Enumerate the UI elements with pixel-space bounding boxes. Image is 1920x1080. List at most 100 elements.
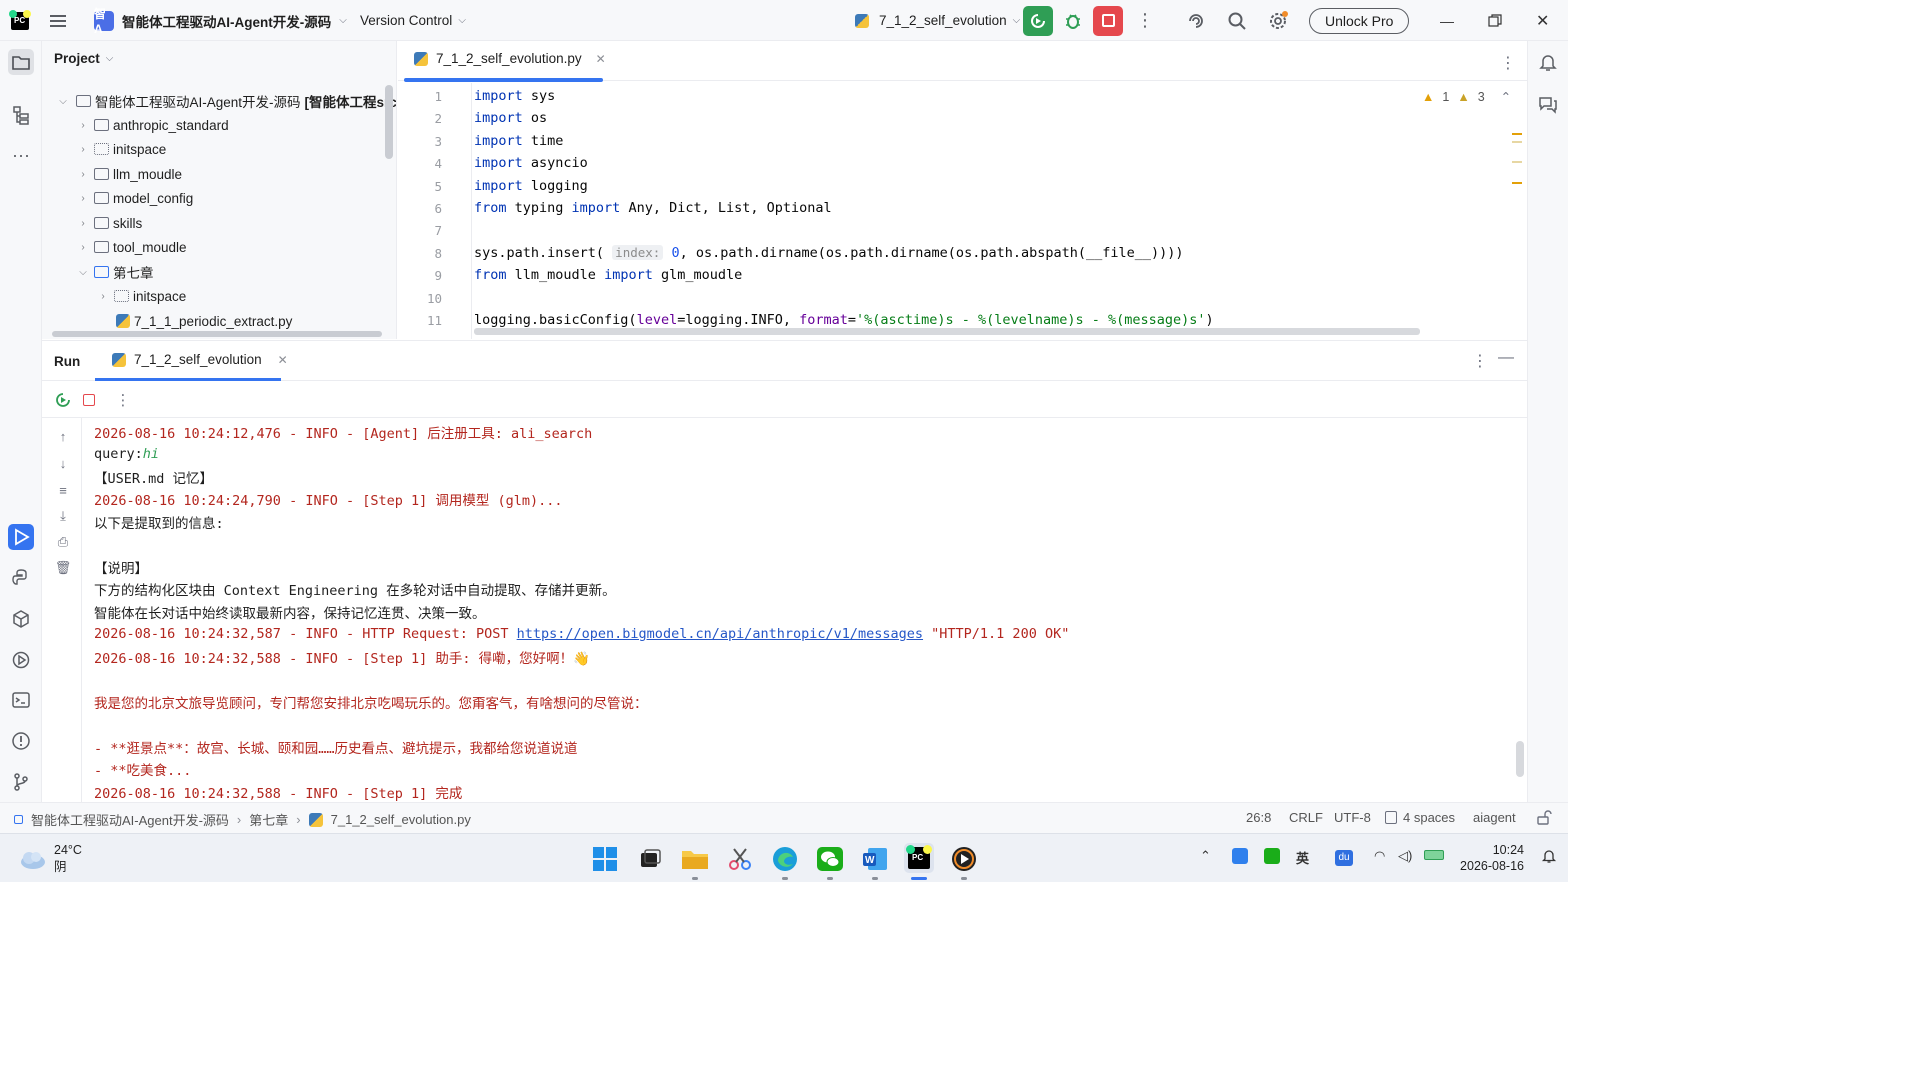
- stop-tool-button[interactable]: [78, 389, 100, 411]
- code-line[interactable]: 2 import os: [398, 107, 1527, 129]
- rerun-tool-button[interactable]: [52, 389, 74, 411]
- run-tab[interactable]: 7_1_2_self_evolution ✕: [108, 352, 288, 367]
- notification-center-button[interactable]: [1541, 848, 1557, 867]
- terminal-button[interactable]: [8, 687, 34, 713]
- minimize-button[interactable]: —: [1440, 0, 1454, 41]
- tree-item[interactable]: › initspace: [76, 137, 166, 161]
- code-line[interactable]: 3 import time: [398, 130, 1527, 152]
- clear-console-button[interactable]: 🗑: [52, 557, 74, 579]
- weather-widget[interactable]: 24°C 阴: [18, 842, 82, 876]
- project-widget[interactable]: 智A 智能体工程驱动AI-Agent开发-源码 ⌵: [94, 0, 347, 41]
- python-console-button[interactable]: [8, 565, 34, 591]
- code-line[interactable]: 9 from llm_moudle import glm_moudle: [398, 264, 1527, 286]
- tree-item[interactable]: › skills: [76, 211, 142, 235]
- run-tool-button[interactable]: [8, 524, 34, 550]
- run-configuration-selector[interactable]: 7_1_2_self_evolution ⌵: [851, 0, 1020, 41]
- show-hidden-icons-button[interactable]: ⌃: [1200, 848, 1211, 864]
- word-button[interactable]: W: [861, 845, 889, 873]
- python-interpreter[interactable]: aiagent: [1473, 810, 1516, 825]
- unlock-pro-button[interactable]: Unlock Pro: [1309, 0, 1410, 41]
- soft-wrap-button[interactable]: ≡: [52, 479, 74, 501]
- structure-tool-button[interactable]: [8, 102, 34, 128]
- code-line[interactable]: 1 import sys: [398, 85, 1527, 107]
- restore-button[interactable]: [1488, 0, 1502, 41]
- tray-input-method[interactable]: 英: [1296, 848, 1309, 867]
- main-menu-button[interactable]: [48, 0, 68, 41]
- scroll-up-button[interactable]: ↑: [52, 425, 74, 447]
- ai-assistant-button[interactable]: [1186, 0, 1206, 41]
- console-url-link[interactable]: https://open.bigmodel.cn/api/anthropic/v…: [517, 626, 923, 642]
- debug-button[interactable]: [1063, 0, 1083, 41]
- wechat-button[interactable]: [816, 845, 844, 873]
- tray-baidu[interactable]: du: [1335, 848, 1353, 866]
- stop-button[interactable]: [1093, 0, 1123, 41]
- tree-item[interactable]: › anthropic_standard: [76, 113, 228, 137]
- git-button[interactable]: [8, 769, 34, 795]
- version-control-label: Version Control: [360, 13, 453, 28]
- console-scrollbar[interactable]: [1516, 741, 1524, 777]
- close-tab-icon[interactable]: ✕: [278, 353, 288, 367]
- ai-chat-button[interactable]: [1535, 91, 1561, 117]
- code-line[interactable]: 7: [398, 219, 1527, 241]
- tree-item[interactable]: 7_1_1_periodic_extract.py: [112, 309, 292, 333]
- code-line[interactable]: 8 sys.path.insert( index: 0, os.path.dirn…: [398, 242, 1527, 264]
- editor-horizontal-scrollbar[interactable]: [474, 328, 1420, 335]
- network-button[interactable]: ◠: [1374, 848, 1385, 864]
- breadcrumb-folder[interactable]: 第七章: [249, 810, 288, 829]
- notifications-button[interactable]: [1535, 49, 1561, 75]
- clock[interactable]: 10:24 2026-08-16: [1458, 842, 1524, 874]
- close-window-button[interactable]: ✕: [1536, 0, 1549, 41]
- search-button[interactable]: [1227, 0, 1247, 41]
- scroll-to-end-button[interactable]: ⤓: [52, 505, 74, 527]
- task-view-button[interactable]: [636, 845, 664, 873]
- project-vertical-scrollbar[interactable]: [385, 85, 393, 159]
- console-line: - **逛景点**：故宫、长城、颐和园……历史看点、避坑提示，我都给您说道说道: [94, 741, 578, 758]
- pycharm-taskbar-button[interactable]: PC: [904, 843, 934, 873]
- python-packages-button[interactable]: [8, 606, 34, 632]
- scroll-down-button[interactable]: ↓: [52, 452, 74, 474]
- tree-item[interactable]: › model_config: [76, 186, 193, 210]
- volume-button[interactable]: ◁): [1398, 848, 1412, 864]
- run-more-button[interactable]: ⋮: [112, 389, 134, 411]
- project-horizontal-scrollbar[interactable]: [52, 331, 382, 337]
- snipping-tool-button[interactable]: [726, 845, 754, 873]
- editor-tab[interactable]: 7_1_2_self_evolution.py ✕: [410, 51, 606, 66]
- tree-root[interactable]: ⌵ 智能体工程驱动AI-Agent开发-源码 [智能体工程src] sc: [56, 89, 396, 113]
- start-button[interactable]: [591, 845, 619, 873]
- code-line[interactable]: 5 import logging: [398, 175, 1527, 197]
- project-view-selector[interactable]: Project ⌵: [54, 51, 113, 66]
- tree-item[interactable]: ⌵ 第七章: [76, 260, 154, 284]
- rerun-button[interactable]: [1023, 0, 1053, 41]
- breadcrumb-project[interactable]: 智能体工程驱动AI-Agent开发-源码: [31, 810, 229, 829]
- line-separator[interactable]: CRLF: [1289, 810, 1323, 825]
- battery-button[interactable]: [1424, 848, 1444, 863]
- problems-button[interactable]: [8, 728, 34, 754]
- tray-app-icon[interactable]: [1232, 848, 1248, 867]
- code-line[interactable]: 4 import asyncio: [398, 152, 1527, 174]
- settings-button[interactable]: [1267, 0, 1289, 41]
- more-actions-button[interactable]: ⋮: [1136, 0, 1154, 41]
- run-options-button[interactable]: ⋮: [1472, 351, 1488, 371]
- tree-item[interactable]: › llm_moudle: [76, 162, 182, 186]
- print-button[interactable]: ⎙: [52, 531, 74, 553]
- version-control-widget[interactable]: Version Control ⌵: [360, 0, 466, 41]
- project-tool-button[interactable]: [8, 49, 34, 75]
- media-player-button[interactable]: [950, 845, 978, 873]
- file-explorer-button[interactable]: [681, 845, 709, 873]
- editor-tab-options-button[interactable]: ⋮: [1500, 53, 1516, 73]
- code-line[interactable]: 10: [398, 287, 1527, 309]
- caret-position[interactable]: 26:8: [1246, 810, 1271, 825]
- tray-wechat[interactable]: [1264, 848, 1280, 867]
- services-button[interactable]: [8, 647, 34, 673]
- read-only-toggle[interactable]: [1536, 810, 1552, 829]
- tree-item[interactable]: › tool_moudle: [76, 235, 186, 259]
- indent-widget[interactable]: 4 spaces: [1385, 810, 1455, 825]
- close-tab-icon[interactable]: ✕: [596, 52, 606, 66]
- hide-panel-button[interactable]: —: [1498, 349, 1514, 367]
- tree-item[interactable]: › initspace: [96, 284, 186, 308]
- breadcrumb-file[interactable]: 7_1_2_self_evolution.py: [331, 812, 471, 827]
- file-encoding[interactable]: UTF-8: [1334, 810, 1371, 825]
- edge-browser-button[interactable]: [771, 845, 799, 873]
- code-line[interactable]: 6 from typing import Any, Dict, List, Opt…: [398, 197, 1527, 219]
- more-tool-windows-button[interactable]: ···: [8, 142, 34, 168]
